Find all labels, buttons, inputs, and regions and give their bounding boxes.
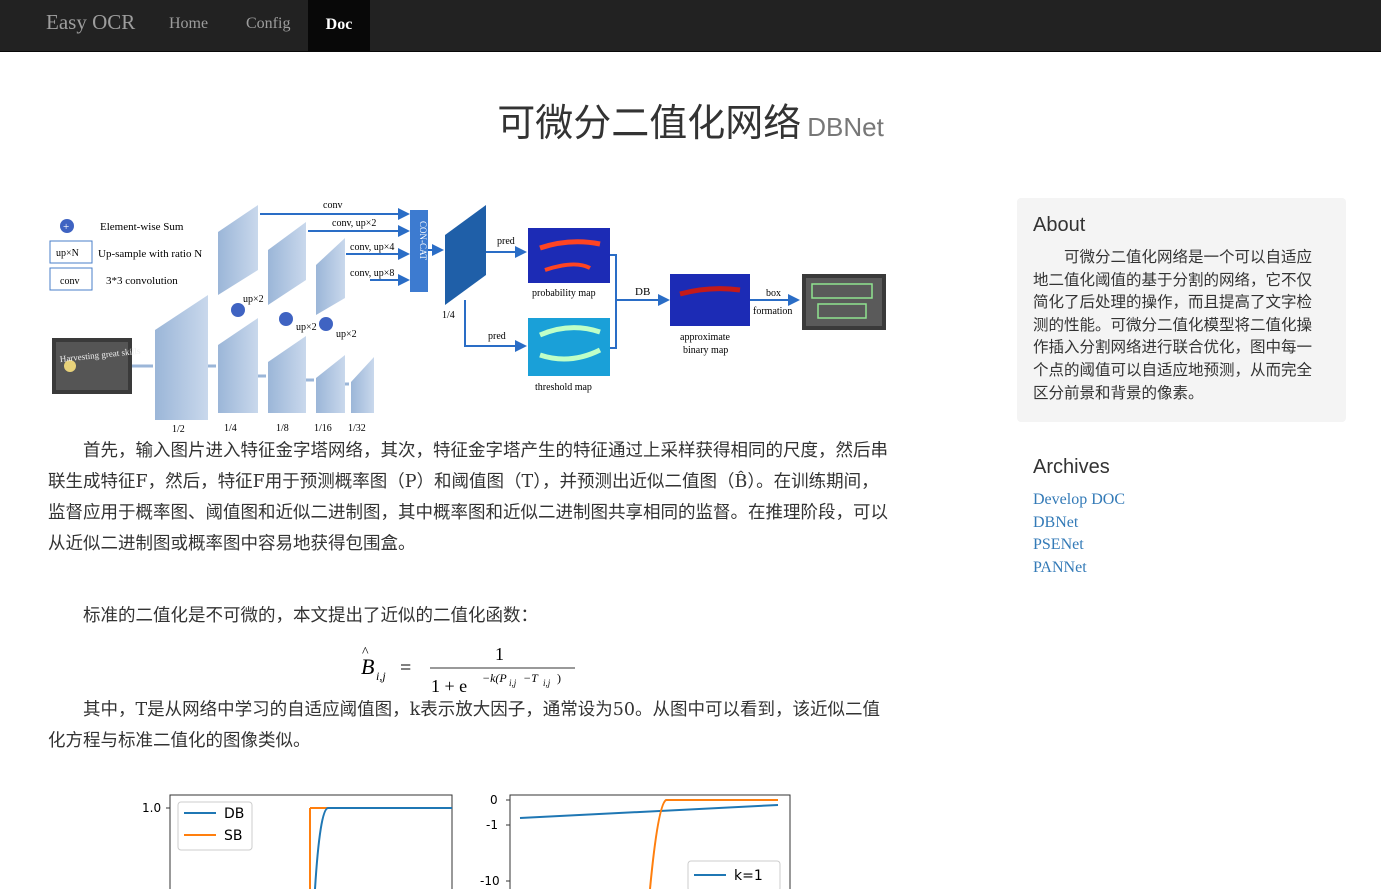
binarization-equation: B ^ i,j = 1 1 + e −k(P i,j −T i,j )	[361, 644, 575, 696]
archive-link-dbnet[interactable]: DBNet	[1033, 514, 1078, 532]
article-paragraph-2: 标准的二值化是不可微的，本文提出了近似的二值化函数：	[83, 606, 538, 626]
svg-text:i,j: i,j	[376, 669, 386, 683]
conv-label-3: conv, up×4	[350, 242, 394, 253]
article-paragraph-3: 其中，T是从网络中学习的自适应阈值图，k表示放大因子，通常设为50。从图中可以看…	[48, 700, 881, 751]
about-panel: About 可微分二值化网络是一个可以自适应地二值化阈值的基于分割的网络，它不仅…	[1017, 198, 1346, 422]
right-plot-ytick-0: 0	[490, 793, 498, 807]
scale-1-2: 1/2	[172, 424, 185, 435]
page-title-main: 可微分二值化网络	[497, 101, 802, 145]
approx-label-2: binary map	[683, 345, 728, 356]
right-plot-ytick-10: -10	[480, 874, 500, 888]
probability-map-image	[528, 228, 610, 283]
page-title: 可微分二值化网络 DBNet	[0, 92, 1381, 147]
right-plot-ytick-1: -1	[486, 818, 498, 832]
box-label-2: formation	[753, 306, 792, 317]
probability-map-label: probability map	[532, 288, 596, 299]
scale-1-4: 1/4	[224, 423, 237, 434]
svg-text:i,j: i,j	[509, 678, 517, 688]
about-text: 可微分二值化网络是一个可以自适应地二值化阈值的基于分割的网络，它不仅简化了后处理…	[1033, 248, 1313, 402]
db-label: DB	[635, 286, 650, 298]
legend-upn-label: Up-sample with ratio N	[98, 248, 202, 260]
binarization-comparison-plots: 1.0 DB SB 0 -1 -10 k=1	[142, 793, 791, 889]
approx-label-1: approximate	[680, 332, 731, 343]
nav-config[interactable]: Config	[246, 15, 290, 33]
feature-f-block	[445, 205, 486, 305]
top-navbar: Easy OCR Home Config Doc	[0, 0, 1381, 52]
quarter-label: 1/4	[442, 310, 455, 321]
legend-db: DB	[224, 806, 244, 822]
legend-sb: SB	[224, 828, 243, 844]
svg-text:^: ^	[362, 645, 369, 660]
svg-text:1: 1	[495, 644, 504, 664]
svg-text:−T: −T	[523, 671, 539, 685]
conv-label-2: conv, up×2	[332, 218, 376, 229]
svg-text:+: +	[63, 221, 69, 233]
legend-conv-label: 3*3 convolution	[106, 275, 178, 287]
svg-text:−k(P: −k(P	[482, 671, 507, 685]
pred-label-1: pred	[497, 236, 515, 247]
nav-doc[interactable]: Doc	[308, 0, 370, 52]
legend-k1: k=1	[734, 868, 763, 884]
up-label-2: up×2	[296, 322, 317, 333]
box-label-1: box	[766, 288, 781, 299]
svg-text:1 + e: 1 + e	[431, 676, 467, 696]
dbnet-architecture-figure: + Element-wise Sum up×N Up-sample with r…	[49, 200, 886, 435]
brand-link[interactable]: Easy OCR	[46, 10, 135, 35]
legend-sum-label: Element-wise Sum	[100, 221, 184, 233]
up-label-1: up×2	[243, 294, 264, 305]
archive-link-develop-doc[interactable]: Develop DOC	[1033, 491, 1125, 509]
threshold-map-label: threshold map	[535, 382, 592, 393]
left-plot-ytick: 1.0	[142, 801, 161, 815]
archive-link-psenet[interactable]: PSENet	[1033, 536, 1084, 554]
nav-home[interactable]: Home	[169, 15, 208, 33]
svg-text:): )	[557, 671, 561, 685]
up-label-3: up×2	[336, 329, 357, 340]
article-paragraph-1: 首先，输入图片进入特征金字塔网络，其次，特征金字塔产生的特征通过上采样获得相同的…	[48, 441, 888, 554]
approx-binary-map-image	[670, 274, 750, 326]
scale-1-8: 1/8	[276, 423, 289, 434]
pred-label-2: pred	[488, 331, 506, 342]
archive-link-pannet[interactable]: PANNet	[1033, 559, 1087, 577]
svg-text:=: =	[400, 657, 411, 679]
left-plot-db-line	[314, 807, 452, 889]
scale-1-32: 1/32	[348, 423, 366, 434]
page-title-subtitle: DBNet	[807, 112, 884, 142]
about-title: About	[1033, 214, 1086, 236]
conv-label-4: conv, up×8	[350, 268, 394, 279]
concat-label: CON-CAT	[418, 221, 428, 261]
svg-text:i,j: i,j	[543, 678, 551, 688]
right-plot-k1-line	[519, 804, 779, 819]
legend-conv-box: conv	[60, 276, 79, 287]
conv-label-1: conv	[323, 200, 342, 211]
archives-title: Archives	[1033, 456, 1110, 478]
legend-upn-box: up×N	[56, 248, 79, 259]
scale-1-16: 1/16	[314, 423, 332, 434]
